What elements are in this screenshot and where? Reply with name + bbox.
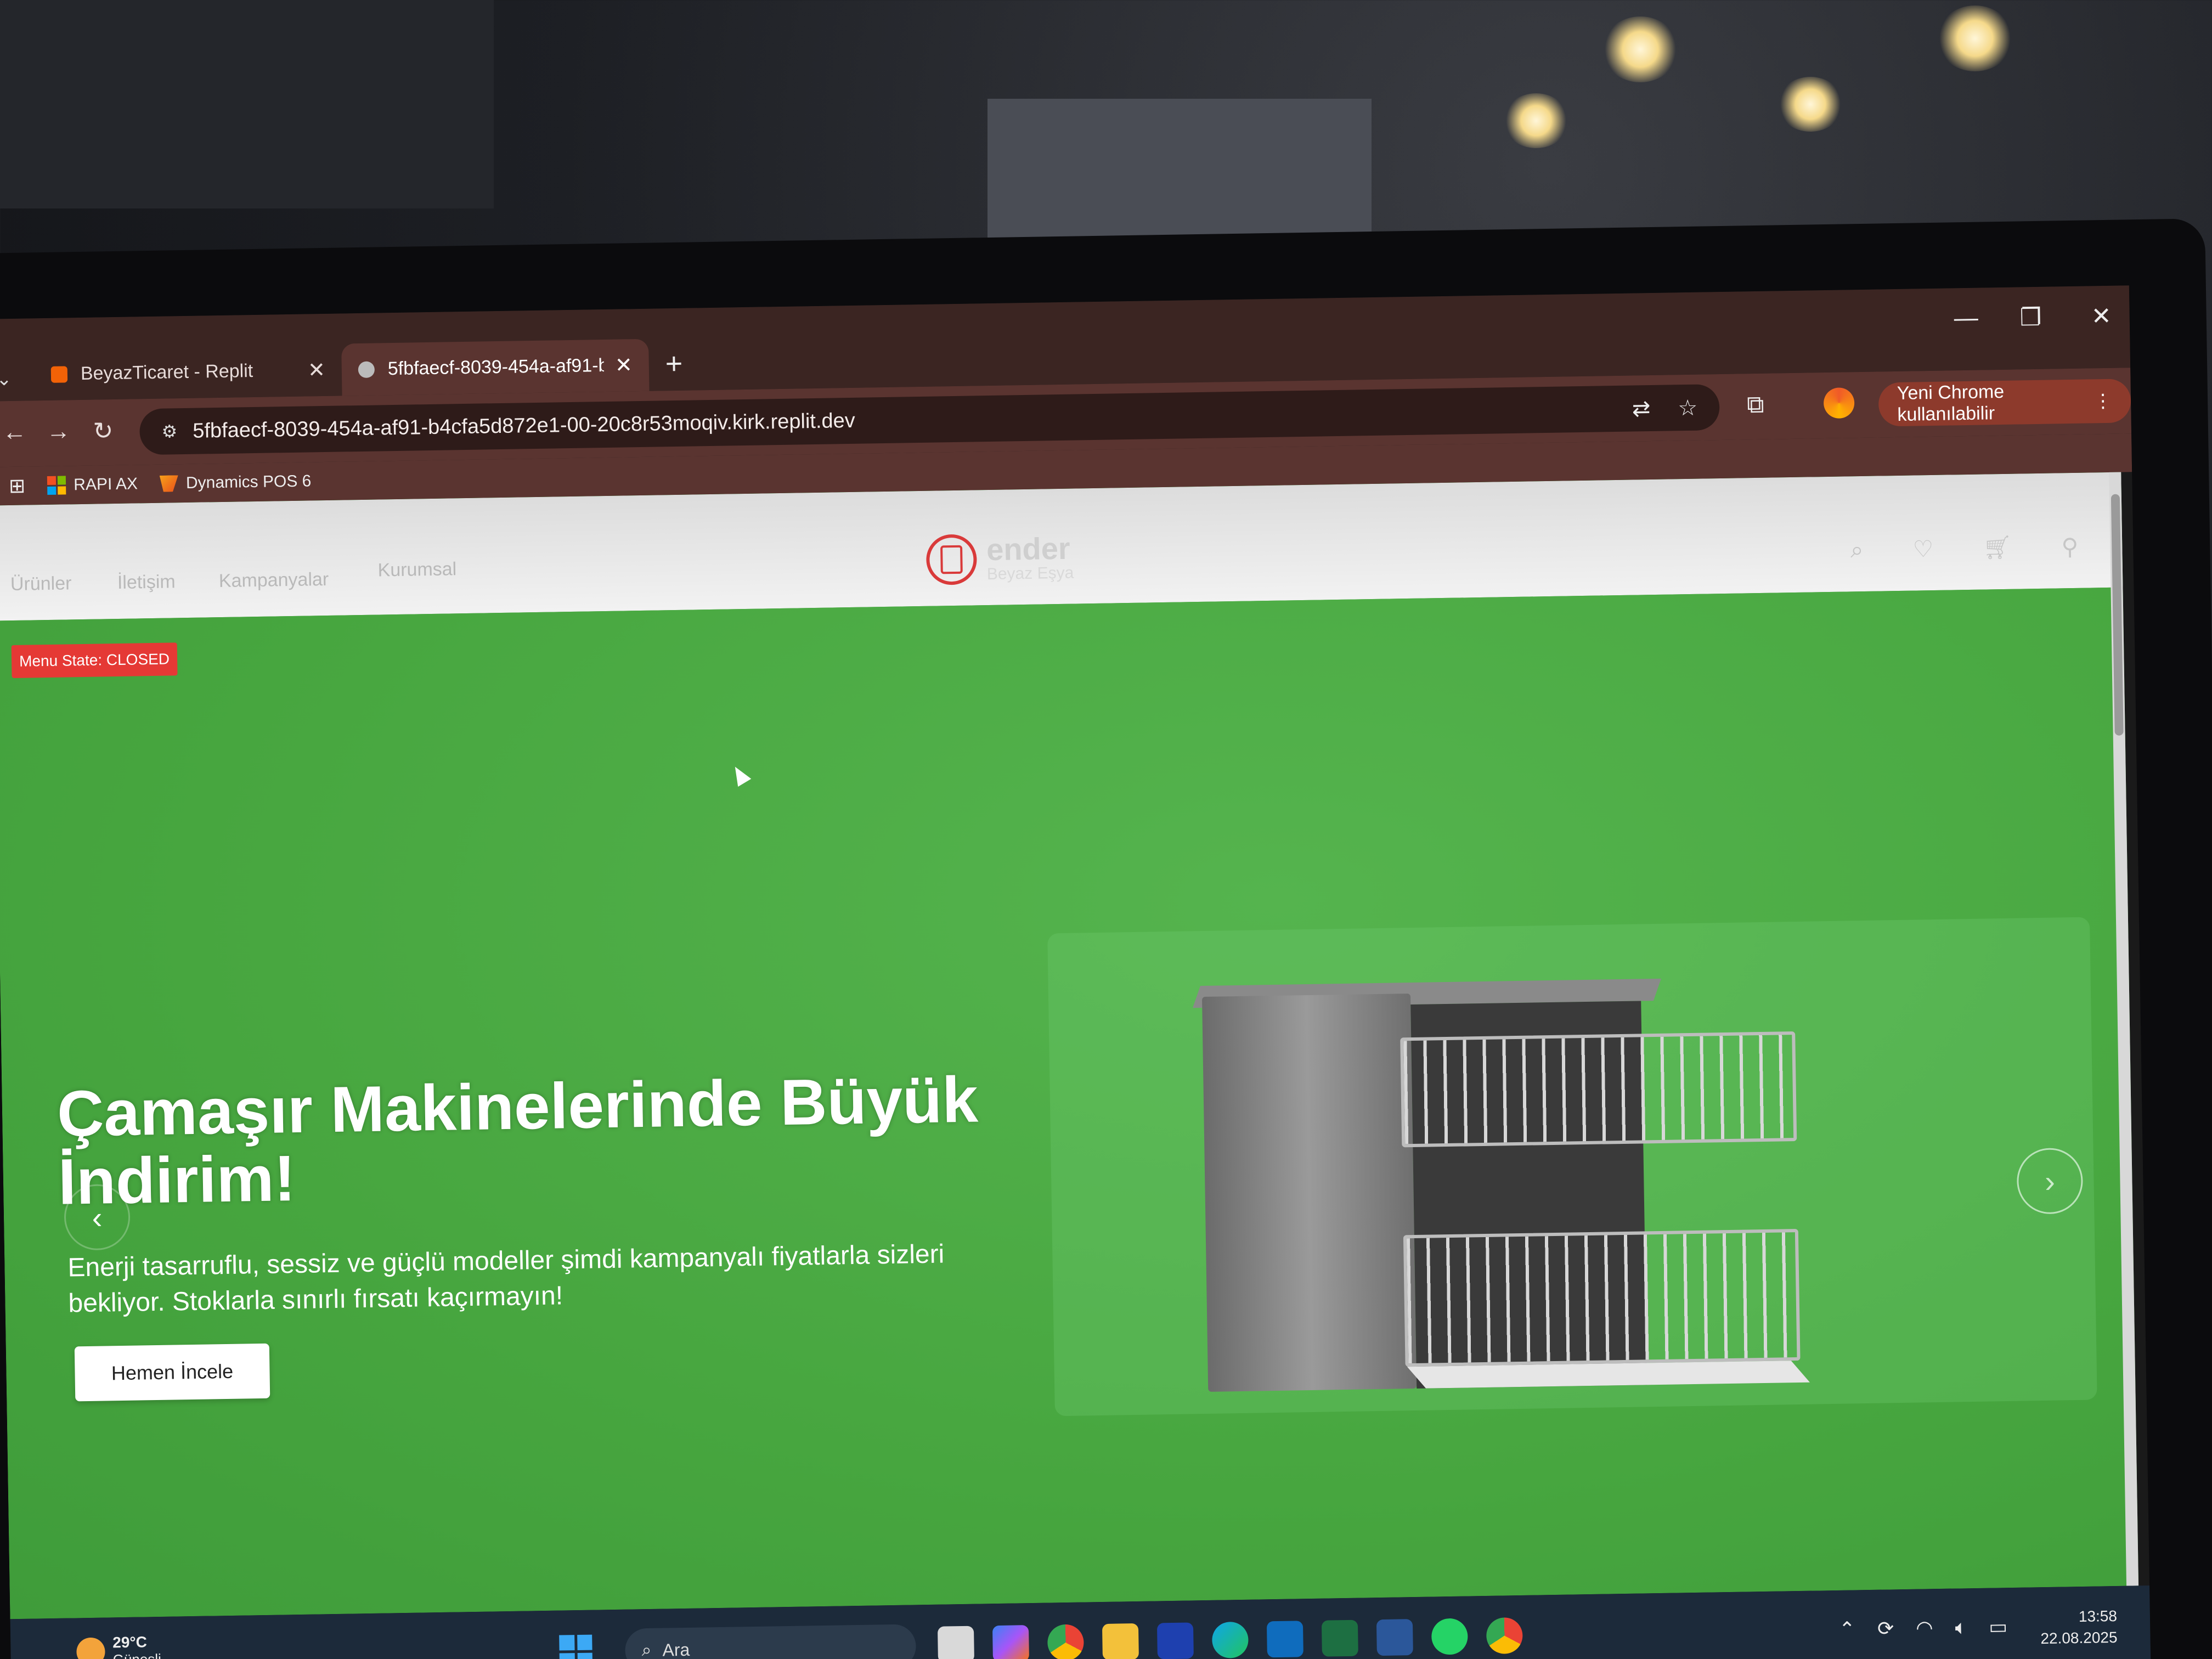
- excel-icon[interactable]: [1321, 1620, 1358, 1657]
- bookmark-label: Dynamics POS 6: [185, 472, 312, 492]
- wifi-icon[interactable]: ◠: [1916, 1616, 1933, 1640]
- copilot-icon[interactable]: [992, 1625, 1029, 1659]
- windows-start-icon[interactable]: [559, 1634, 593, 1659]
- close-window-icon[interactable]: ✕: [2091, 302, 2112, 331]
- app-l-icon[interactable]: [1156, 1622, 1194, 1659]
- web-page: Ürünler İletişim Kampanyalar Kurumsal en…: [0, 472, 2139, 1620]
- dishwasher-side: [1201, 994, 1417, 1392]
- ceiling-light: [1503, 93, 1569, 148]
- cart-icon[interactable]: 🛒︎: [1983, 534, 2012, 562]
- room-shelf: [0, 0, 494, 208]
- extensions-icon[interactable]: ⧉: [1747, 391, 1764, 419]
- search-placeholder: Ara: [662, 1639, 690, 1659]
- hero-description: Enerji tasarruflu, sessiz ve güçlü model…: [67, 1239, 945, 1318]
- hero-slider: Menu State: CLOSED Çamaşır Makinelerinde…: [0, 587, 2139, 1620]
- edge-icon[interactable]: [1211, 1621, 1249, 1658]
- hero-title: Çamaşır Makinelerinde Büyük İndirim!: [57, 1063, 979, 1218]
- microsoft-logo-icon: [47, 476, 66, 495]
- room-wall: [988, 99, 1372, 252]
- scrollbar-thumb[interactable]: [2111, 494, 2124, 736]
- search-icon: ⌕: [641, 1639, 652, 1659]
- clock-date: 22.08.2025: [2040, 1629, 2118, 1647]
- brand-name: ender: [986, 531, 1071, 567]
- dishwasher-upper-rack: [1400, 1031, 1797, 1148]
- close-tab-icon[interactable]: ✕: [308, 358, 326, 382]
- bookmark-rapi-ax[interactable]: RAPI AX: [47, 475, 138, 495]
- appliance-logo-icon: [926, 534, 978, 585]
- profile-avatar[interactable]: [1823, 387, 1855, 419]
- update-label: Yeni Chrome kullanılabilir: [1897, 381, 2005, 425]
- globe-icon: [358, 361, 375, 378]
- apps-grid-icon[interactable]: ⊞: [9, 475, 26, 498]
- outlook-icon[interactable]: [1266, 1621, 1304, 1658]
- search-icon[interactable]: ⌕: [1850, 537, 1864, 563]
- site-logo[interactable]: ender Beyaz Eşya: [926, 531, 1074, 585]
- reload-icon[interactable]: ↻: [93, 417, 114, 445]
- brand-tagline: Beyaz Eşya: [986, 563, 1074, 584]
- whatsapp-icon[interactable]: [1431, 1618, 1468, 1655]
- heart-icon[interactable]: ♡: [1912, 535, 1933, 563]
- ceiling-light: [1937, 5, 2013, 71]
- sun-icon: [76, 1637, 105, 1659]
- translate-icon[interactable]: ⇄: [1632, 396, 1651, 422]
- tab-search-icon[interactable]: ⌄: [0, 368, 12, 390]
- taskbar-search[interactable]: ⌕ Ara: [624, 1624, 917, 1659]
- word-icon[interactable]: [1376, 1619, 1413, 1656]
- bookmark-star-icon[interactable]: ☆: [1678, 396, 1698, 421]
- forward-icon[interactable]: →: [46, 417, 71, 445]
- tab-beyazticaret[interactable]: BeyazTicaret - Replit ✕: [34, 344, 342, 401]
- nav-link-kampanyalar[interactable]: Kampanyalar: [219, 569, 329, 592]
- taskbar-clock[interactable]: 13:58 22.08.2025: [2040, 1605, 2118, 1650]
- back-icon[interactable]: ←: [2, 419, 27, 447]
- volume-icon[interactable]: 🔈︎: [1955, 1616, 1967, 1639]
- dishwasher-lower-rack: [1403, 1228, 1801, 1367]
- minimize-icon[interactable]: —: [1954, 304, 1978, 332]
- task-view-icon[interactable]: [937, 1626, 974, 1659]
- nav-link-urunler[interactable]: Ürünler: [10, 573, 72, 595]
- clock-time: 13:58: [2078, 1607, 2118, 1626]
- tab-title: BeyazTicaret - Replit: [80, 360, 253, 384]
- weather-temp: 29°C: [112, 1633, 148, 1651]
- file-explorer-icon[interactable]: [1102, 1623, 1139, 1659]
- mouse-cursor-icon: [728, 763, 752, 787]
- tab-replit-dev[interactable]: 5fbfaecf-8039-454a-af91-b4cfa ✕: [341, 338, 650, 396]
- restore-icon[interactable]: ❐: [2019, 303, 2041, 332]
- laptop-bezel: ⌄ BeyazTicaret - Replit ✕ 5fbfaecf-8039-…: [0, 218, 2212, 1659]
- chrome-update-button[interactable]: Yeni Chrome kullanılabilir ⋮: [1878, 379, 2131, 427]
- chrome-profile-icon[interactable]: [1486, 1617, 1523, 1655]
- url-text[interactable]: 5fbfaecf-8039-454a-af91-b4cfa5d872e1-00-…: [193, 409, 855, 443]
- menu-state-badge: Menu State: CLOSED: [11, 642, 178, 679]
- ceiling-light: [1602, 16, 1679, 82]
- close-tab-icon[interactable]: ✕: [615, 353, 633, 377]
- ceiling-light: [1778, 77, 1843, 132]
- system-tray: ⌃ ⟳ ◠ 🔈︎ ▭: [1839, 1615, 2008, 1641]
- dynamics-logo-icon: [160, 475, 178, 492]
- bookmark-dynamics-pos[interactable]: Dynamics POS 6: [160, 472, 312, 493]
- replit-favicon-icon: [50, 365, 68, 383]
- site-info-icon[interactable]: ⚙: [161, 421, 177, 442]
- more-menu-icon[interactable]: ⋮: [2094, 390, 2113, 413]
- chevron-up-icon[interactable]: ⌃: [1839, 1617, 1856, 1641]
- battery-icon[interactable]: ▭: [1989, 1615, 2008, 1639]
- chrome-icon[interactable]: [1047, 1624, 1084, 1659]
- weather-widget[interactable]: 29°C Güneşli: [76, 1633, 161, 1659]
- weather-condition: Güneşli: [112, 1651, 161, 1659]
- nav-link-iletisim[interactable]: İletişim: [117, 571, 176, 594]
- hemen-incele-button[interactable]: Hemen İncele: [74, 1343, 270, 1402]
- slider-prev-button[interactable]: ‹: [64, 1183, 131, 1251]
- tab-title: 5fbfaecf-8039-454a-af91-b4cfa: [387, 354, 605, 380]
- bookmark-label: RAPI AX: [73, 475, 138, 494]
- user-icon[interactable]: ⚲: [2061, 533, 2079, 560]
- dishwasher-product-image: [1047, 917, 2097, 1417]
- sync-icon[interactable]: ⟳: [1877, 1617, 1894, 1640]
- new-tab-icon[interactable]: +: [665, 347, 683, 381]
- nav-link-kurumsal[interactable]: Kurumsal: [377, 558, 456, 581]
- laptop-screen: ⌄ BeyazTicaret - Replit ✕ 5fbfaecf-8039-…: [0, 285, 2151, 1659]
